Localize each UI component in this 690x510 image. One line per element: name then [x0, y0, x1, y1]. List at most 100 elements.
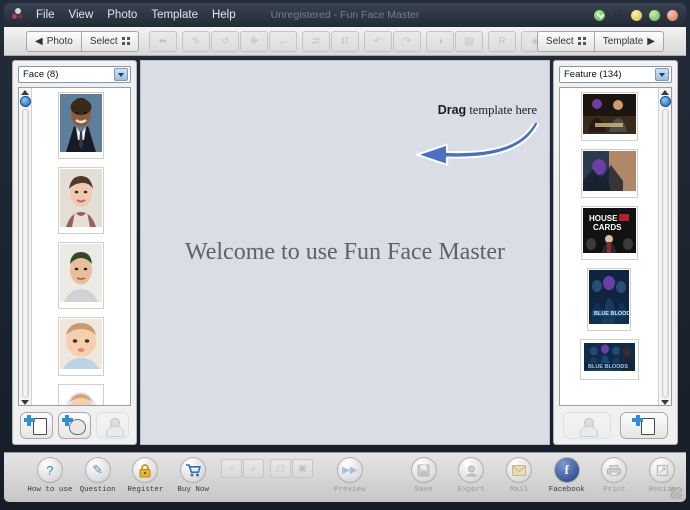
- scroll-thumb[interactable]: [19, 96, 31, 107]
- app-window: File View Photo Template Help Unregister…: [0, 0, 690, 510]
- zoom-button-group: ⌕ ⌕ ▢ ▣: [220, 459, 314, 478]
- buy-now-button[interactable]: Buy Now: [169, 453, 217, 494]
- template-thumbnail-list: HOUSE CARDS BLUE BLOOD BLUE BLOODS: [559, 87, 672, 406]
- menu-item-view[interactable]: View: [69, 3, 94, 27]
- align-tool-button: ⬌: [149, 30, 177, 52]
- photo-back-button[interactable]: ◀ Photo: [26, 30, 82, 52]
- save-button: Save: [400, 453, 448, 494]
- how-to-use-button[interactable]: ? How to use: [26, 453, 74, 494]
- facebook-button[interactable]: f Facebook: [543, 453, 591, 494]
- flip-horizontal-tool-button: ⮂: [302, 30, 330, 52]
- export-label: Export: [457, 486, 485, 494]
- scroll-thumb[interactable]: [659, 96, 671, 107]
- scroll-up-arrow[interactable]: [661, 90, 669, 95]
- app-logo-icon: [10, 7, 26, 23]
- export-icon: [458, 457, 485, 483]
- flip-vertical-tool-button: ⮃: [331, 30, 359, 52]
- menu-item-file[interactable]: File: [36, 3, 55, 27]
- template-thumbnail-2[interactable]: [580, 149, 638, 198]
- scroll-track[interactable]: [661, 109, 669, 398]
- close-button[interactable]: [667, 9, 678, 21]
- download-icon[interactable]: [594, 9, 605, 21]
- template-next-button[interactable]: Template ▶: [594, 30, 664, 52]
- menu-item-help[interactable]: Help: [212, 3, 236, 27]
- blend-tool-button: R: [488, 30, 516, 52]
- maximize-button[interactable]: [649, 9, 660, 21]
- template-thumbnail-5[interactable]: BLUE BLOODS: [579, 339, 639, 380]
- mail-label: Mail: [510, 486, 529, 494]
- photo-select-label: Select: [89, 35, 118, 47]
- print-label: Print: [603, 486, 626, 494]
- template-thumbnail-3[interactable]: HOUSE CARDS: [580, 206, 638, 260]
- face-thumbnail-1[interactable]: [58, 92, 104, 159]
- template-thumbs-container: HOUSE CARDS BLUE BLOOD BLUE BLOODS: [560, 88, 658, 405]
- floppy-icon: [410, 457, 437, 483]
- lock-icon: [132, 457, 159, 483]
- chevron-down-icon[interactable]: [114, 68, 128, 81]
- welcome-message: Welcome to use Fun Face Master: [185, 239, 505, 265]
- drag-hint-text: Drag template here: [438, 103, 537, 118]
- pencil-tool-button: ✎: [182, 30, 210, 52]
- svg-text:HOUSE: HOUSE: [589, 214, 618, 223]
- scroll-track[interactable]: [21, 109, 29, 398]
- add-face-button[interactable]: [57, 411, 91, 439]
- face-thumbnail-5[interactable]: [58, 384, 104, 405]
- face-thumbnail-4[interactable]: [58, 317, 104, 376]
- resize-icon: [649, 457, 676, 483]
- template-select-button[interactable]: Select: [536, 30, 595, 52]
- face-thumbs-container: [32, 88, 130, 405]
- drag-hint-bold: Drag: [437, 103, 467, 117]
- delete-template-button: [562, 411, 611, 439]
- rotate-left-tool-button: ↶: [364, 30, 392, 52]
- template-category-dropdown[interactable]: Feature (134): [559, 66, 672, 83]
- replace-tool-button: ↺: [211, 30, 239, 52]
- scroll-up-arrow[interactable]: [21, 90, 29, 95]
- face-panel-buttons: [13, 406, 136, 444]
- window-resize-grip[interactable]: [670, 487, 682, 499]
- template-nav-group: Select Template ▶: [536, 30, 664, 52]
- template-scrollbar[interactable]: [658, 88, 671, 405]
- how-to-use-label: How to use: [27, 486, 73, 494]
- menu-item-photo[interactable]: Photo: [107, 3, 137, 27]
- face-panel: Face (8): [12, 60, 137, 445]
- cart-icon: [180, 457, 207, 483]
- svg-text:BLUE BLOODS: BLUE BLOODS: [588, 364, 628, 370]
- editor-canvas[interactable]: Welcome to use Fun Face Master Drag temp…: [140, 60, 550, 445]
- scroll-down-arrow[interactable]: [21, 400, 29, 405]
- add-photo-button[interactable]: [19, 411, 53, 439]
- menu-item-template[interactable]: Template: [151, 3, 198, 27]
- preview-button: ▶▶ Preview: [326, 453, 374, 494]
- caret-left-icon: ◀: [35, 35, 43, 47]
- minimize-button[interactable]: [631, 9, 642, 21]
- template-panel-buttons: [554, 406, 677, 444]
- grid-icon: [121, 37, 130, 45]
- face-category-dropdown[interactable]: Face (8): [18, 66, 131, 83]
- delete-face-button: [96, 411, 130, 439]
- chevron-down-icon[interactable]: [655, 68, 669, 81]
- template-thumbnail-4[interactable]: BLUE BLOOD: [587, 268, 631, 331]
- svg-text:CARDS: CARDS: [593, 223, 622, 232]
- photo-select-button[interactable]: Select: [81, 30, 139, 52]
- rotate-right-tool-button: ↷: [393, 30, 421, 52]
- face-scrollbar[interactable]: [19, 88, 32, 405]
- scroll-down-arrow[interactable]: [661, 400, 669, 405]
- printer-icon: [601, 457, 628, 483]
- register-button[interactable]: Register: [121, 453, 169, 494]
- question-button[interactable]: ✎ Question: [74, 453, 122, 494]
- face-thumbnail-3[interactable]: [58, 242, 104, 309]
- face-thumbnail-list: [18, 87, 131, 406]
- register-label: Register: [127, 486, 164, 494]
- grid-icon: [577, 37, 586, 45]
- template-thumbnail-1[interactable]: [580, 92, 638, 141]
- plus-icon: [61, 414, 73, 426]
- gear-icon[interactable]: ⚙: [612, 9, 624, 21]
- save-label: Save: [414, 486, 433, 494]
- drag-hint-rest: template here: [469, 103, 537, 117]
- export-button: Export: [447, 453, 495, 494]
- move-tool-button: ✥: [240, 30, 268, 52]
- resize-tool-button: ↔: [269, 30, 297, 52]
- brightness-tool-button: ◑: [426, 30, 454, 52]
- photo-nav-group: ◀ Photo Select: [26, 30, 139, 52]
- add-template-button[interactable]: [620, 411, 669, 439]
- face-thumbnail-2[interactable]: [58, 167, 104, 234]
